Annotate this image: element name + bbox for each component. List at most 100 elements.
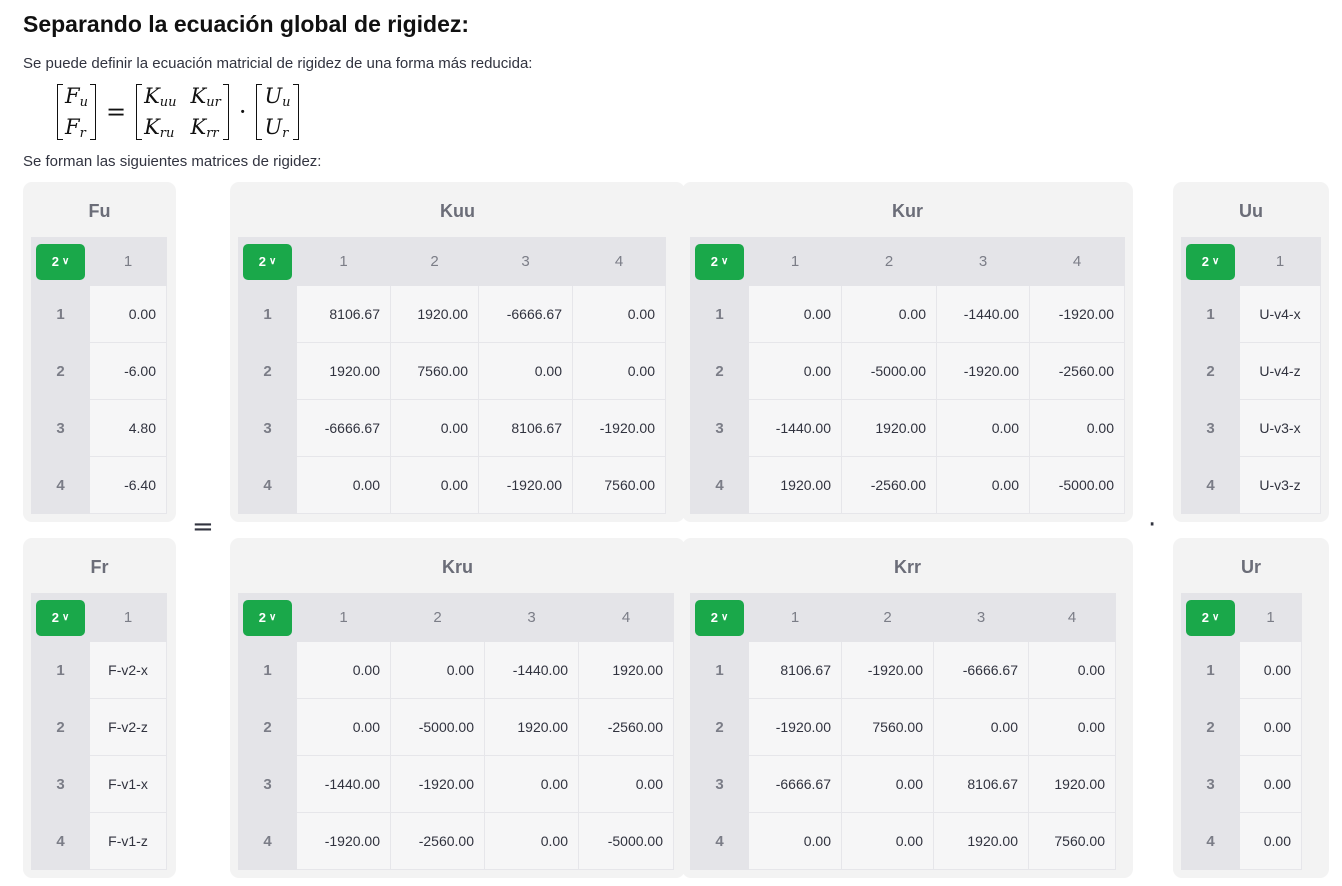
matrix-cell[interactable]: U-v3-z: [1239, 456, 1321, 514]
matrix-cell[interactable]: 0.00: [296, 641, 391, 699]
matrix-cell[interactable]: 0.00: [296, 698, 391, 756]
matrix-cell[interactable]: 0.00: [1028, 698, 1116, 756]
matrix-cell[interactable]: -6.40: [89, 456, 167, 514]
matrix-cell[interactable]: 0.00: [1239, 812, 1302, 870]
decimals-dropdown[interactable]: 2 ∨: [36, 243, 85, 280]
column-header[interactable]: 2: [841, 237, 937, 286]
matrix-cell[interactable]: -6666.67: [748, 755, 842, 813]
matrix-cell[interactable]: -1920.00: [748, 698, 842, 756]
matrix-cell[interactable]: -1440.00: [748, 399, 842, 457]
matrix-cell[interactable]: 7560.00: [841, 698, 934, 756]
matrix-cell[interactable]: -6666.67: [478, 285, 573, 343]
matrix-cell[interactable]: -1920.00: [478, 456, 573, 514]
matrix-cell[interactable]: -1440.00: [296, 755, 391, 813]
matrix-cell[interactable]: 1920.00: [933, 812, 1029, 870]
matrix-cell[interactable]: 7560.00: [1028, 812, 1116, 870]
matrix-cell[interactable]: U-v4-x: [1239, 285, 1321, 343]
matrix-cell[interactable]: F-v1-z: [89, 812, 167, 870]
matrix-cell[interactable]: 0.00: [1239, 641, 1302, 699]
matrix-cell[interactable]: -6666.67: [296, 399, 391, 457]
matrix-cell[interactable]: 1920.00: [841, 399, 937, 457]
matrix-cell[interactable]: 0.00: [572, 285, 666, 343]
column-header[interactable]: 2: [841, 593, 934, 642]
matrix-cell[interactable]: -5000.00: [578, 812, 674, 870]
column-header[interactable]: 1: [296, 593, 391, 642]
matrix-cell[interactable]: 0.00: [390, 641, 485, 699]
column-header[interactable]: 3: [933, 593, 1029, 642]
matrix-cell[interactable]: F-v1-x: [89, 755, 167, 813]
matrix-cell[interactable]: 0.00: [89, 285, 167, 343]
matrix-cell[interactable]: -1920.00: [1029, 285, 1125, 343]
column-header[interactable]: 2: [390, 237, 479, 286]
matrix-cell[interactable]: F-v2-x: [89, 641, 167, 699]
column-header[interactable]: 4: [572, 237, 666, 286]
matrix-cell[interactable]: 0.00: [1029, 399, 1125, 457]
matrix-cell[interactable]: 8106.67: [478, 399, 573, 457]
column-header[interactable]: 1: [748, 237, 842, 286]
matrix-cell[interactable]: -2560.00: [841, 456, 937, 514]
matrix-cell[interactable]: 0.00: [1239, 698, 1302, 756]
column-header[interactable]: 3: [484, 593, 579, 642]
matrix-cell[interactable]: 0.00: [748, 812, 842, 870]
column-header[interactable]: 4: [1029, 237, 1125, 286]
column-header[interactable]: 4: [578, 593, 674, 642]
matrix-cell[interactable]: -2560.00: [1029, 342, 1125, 400]
matrix-cell[interactable]: 8106.67: [748, 641, 842, 699]
matrix-cell[interactable]: U-v4-z: [1239, 342, 1321, 400]
matrix-cell[interactable]: 8106.67: [296, 285, 391, 343]
matrix-cell[interactable]: 0.00: [478, 342, 573, 400]
decimals-dropdown[interactable]: 2 ∨: [243, 243, 292, 280]
matrix-cell[interactable]: 0.00: [841, 755, 934, 813]
matrix-cell[interactable]: 0.00: [390, 399, 479, 457]
matrix-cell[interactable]: -1920.00: [936, 342, 1030, 400]
decimals-dropdown[interactable]: 2 ∨: [695, 599, 744, 636]
matrix-cell[interactable]: 0.00: [936, 399, 1030, 457]
matrix-cell[interactable]: -1920.00: [390, 755, 485, 813]
column-header[interactable]: 1: [296, 237, 391, 286]
matrix-cell[interactable]: 1920.00: [390, 285, 479, 343]
column-header[interactable]: 1: [748, 593, 842, 642]
matrix-cell[interactable]: -1440.00: [936, 285, 1030, 343]
matrix-cell[interactable]: -1920.00: [296, 812, 391, 870]
matrix-cell[interactable]: 0.00: [841, 285, 937, 343]
decimals-dropdown[interactable]: 2 ∨: [1186, 243, 1235, 280]
matrix-cell[interactable]: U-v3-x: [1239, 399, 1321, 457]
matrix-cell[interactable]: 0.00: [484, 812, 579, 870]
matrix-cell[interactable]: -6666.67: [933, 641, 1029, 699]
matrix-cell[interactable]: -2560.00: [390, 812, 485, 870]
matrix-cell[interactable]: 4.80: [89, 399, 167, 457]
matrix-cell[interactable]: -5000.00: [1029, 456, 1125, 514]
column-header[interactable]: 1: [89, 237, 167, 286]
matrix-cell[interactable]: -6.00: [89, 342, 167, 400]
matrix-cell[interactable]: 0.00: [1028, 641, 1116, 699]
matrix-cell[interactable]: 1920.00: [748, 456, 842, 514]
matrix-cell[interactable]: 8106.67: [933, 755, 1029, 813]
decimals-dropdown[interactable]: 2 ∨: [243, 599, 292, 636]
matrix-cell[interactable]: 7560.00: [572, 456, 666, 514]
matrix-cell[interactable]: -1920.00: [572, 399, 666, 457]
column-header[interactable]: 1: [1239, 593, 1302, 642]
matrix-cell[interactable]: 0.00: [933, 698, 1029, 756]
matrix-cell[interactable]: 0.00: [748, 342, 842, 400]
column-header[interactable]: 1: [89, 593, 167, 642]
matrix-cell[interactable]: -5000.00: [841, 342, 937, 400]
matrix-cell[interactable]: 1920.00: [1028, 755, 1116, 813]
decimals-dropdown[interactable]: 2 ∨: [695, 243, 744, 280]
matrix-cell[interactable]: -1440.00: [484, 641, 579, 699]
matrix-cell[interactable]: 0.00: [572, 342, 666, 400]
matrix-cell[interactable]: -1920.00: [841, 641, 934, 699]
matrix-cell[interactable]: 7560.00: [390, 342, 479, 400]
column-header[interactable]: 3: [936, 237, 1030, 286]
matrix-cell[interactable]: -5000.00: [390, 698, 485, 756]
matrix-cell[interactable]: 0.00: [390, 456, 479, 514]
matrix-cell[interactable]: F-v2-z: [89, 698, 167, 756]
matrix-cell[interactable]: 0.00: [841, 812, 934, 870]
matrix-cell[interactable]: 0.00: [578, 755, 674, 813]
matrix-cell[interactable]: 0.00: [936, 456, 1030, 514]
matrix-cell[interactable]: 0.00: [484, 755, 579, 813]
matrix-cell[interactable]: -2560.00: [578, 698, 674, 756]
column-header[interactable]: 4: [1028, 593, 1116, 642]
column-header[interactable]: 3: [478, 237, 573, 286]
decimals-dropdown[interactable]: 2 ∨: [36, 599, 85, 636]
decimals-dropdown[interactable]: 2 ∨: [1186, 599, 1235, 636]
